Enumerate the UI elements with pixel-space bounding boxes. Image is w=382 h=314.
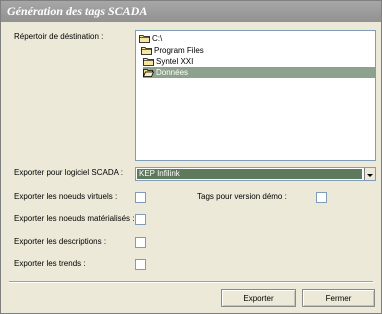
- tree-node-donnees[interactable]: Données: [143, 67, 375, 78]
- dialog-content: Répertoir de déstination : C:\ Program F…: [1, 22, 381, 313]
- folder-icon: [139, 35, 150, 43]
- tree-node-program-files[interactable]: Program Files: [141, 45, 204, 56]
- demo-tags-checkbox[interactable]: [316, 192, 327, 203]
- scada-select[interactable]: KEP Infilink: [135, 167, 376, 181]
- descriptions-checkbox[interactable]: [135, 237, 146, 248]
- tree-node-label: C:\: [152, 34, 163, 43]
- demo-tags-label: Tags pour version démo :: [197, 192, 287, 201]
- tree-node-label: Program Files: [154, 46, 204, 55]
- folder-icon: [141, 47, 152, 55]
- folder-icon: [143, 58, 154, 66]
- trends-checkbox[interactable]: [135, 259, 146, 270]
- dialog-window: Génération des tags SCADA Répertoir de d…: [0, 0, 382, 314]
- destination-label: Répertoir de déstination :: [14, 32, 104, 41]
- tree-node-label: Données: [156, 68, 189, 77]
- folder-tree[interactable]: C:\ Program Files Syntel XXI Données: [135, 30, 376, 161]
- descriptions-label: Exporter les descriptions :: [14, 237, 107, 246]
- chevron-down-icon: [367, 174, 373, 177]
- dropdown-button[interactable]: [364, 168, 375, 180]
- trends-label: Exporter les trends :: [14, 259, 86, 268]
- material-nodes-label: Exporter les noeuds matérialisés :: [14, 214, 135, 223]
- virtual-nodes-label: Exporter les noeuds virtuels :: [14, 192, 118, 201]
- scada-select-value: KEP Infilink: [137, 169, 362, 179]
- tree-node-label: Syntel XXI: [156, 57, 194, 66]
- title-bar: Génération des tags SCADA: [1, 1, 381, 22]
- window-title: Génération des tags SCADA: [7, 4, 148, 18]
- export-button[interactable]: Exporter: [221, 289, 296, 307]
- material-nodes-checkbox[interactable]: [135, 214, 146, 225]
- folder-open-icon: [143, 69, 154, 77]
- separator: [9, 281, 373, 283]
- close-button[interactable]: Fermer: [302, 289, 375, 307]
- tree-node-c-drive[interactable]: C:\: [139, 33, 162, 44]
- tree-node-syntel[interactable]: Syntel XXI: [143, 56, 193, 67]
- scada-label: Exporter pour logiciel SCADA :: [14, 168, 123, 177]
- virtual-nodes-checkbox[interactable]: [135, 192, 146, 203]
